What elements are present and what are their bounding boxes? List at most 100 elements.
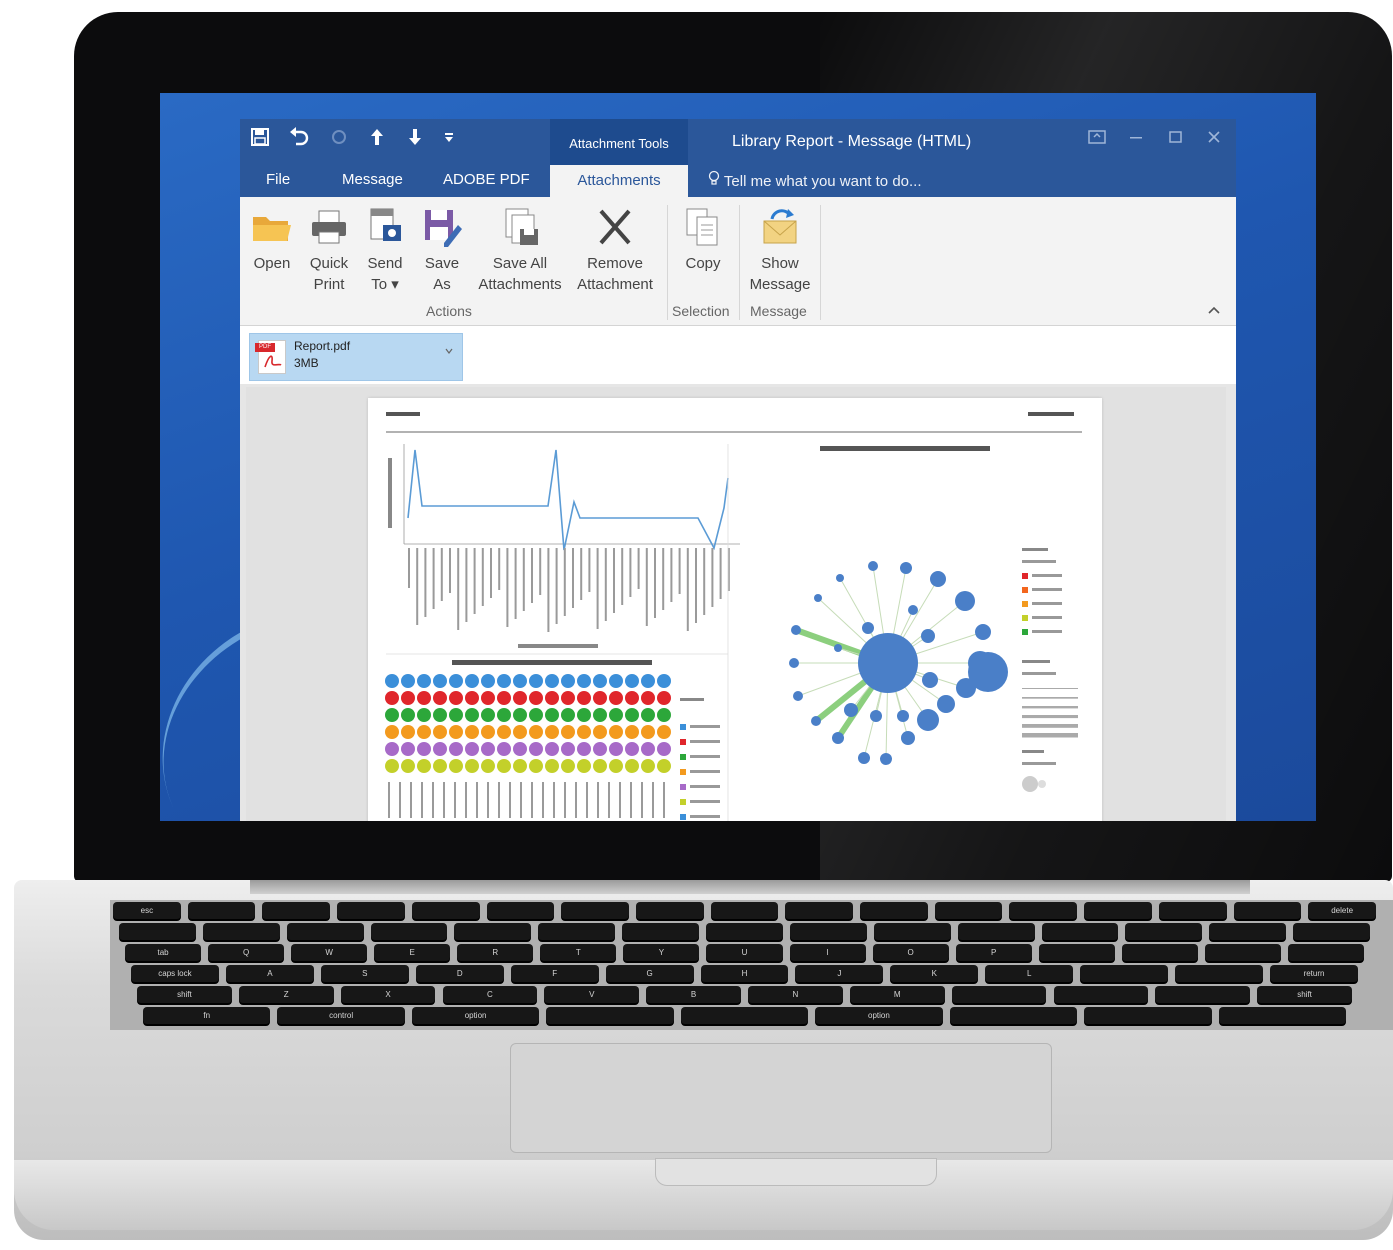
dot-mark [401, 708, 415, 722]
legend-edge-size [1022, 688, 1078, 689]
line-chart-x-labels [408, 548, 730, 632]
dot-mark [449, 725, 463, 739]
dot-mark [609, 691, 623, 705]
dot-mark [449, 759, 463, 773]
dot-mark [593, 691, 607, 705]
x-tick-label [637, 548, 640, 589]
tab-adobe-pdf[interactable]: ADOBE PDF [443, 171, 530, 188]
keyboard-key [546, 1007, 674, 1024]
keyboard-key [860, 902, 928, 919]
legend-swatch [1022, 587, 1028, 593]
dot-mark [385, 708, 399, 722]
tab-attachments[interactable]: Attachments [550, 165, 688, 197]
group-label-selection: Selection [672, 303, 730, 319]
x-tick-label [432, 548, 435, 609]
x-tick-label [531, 548, 533, 603]
tell-me-search[interactable]: Tell me what you want to do... [708, 170, 922, 190]
x-tick-label [596, 548, 599, 629]
report-header-meta [1028, 412, 1074, 416]
maximize-icon[interactable] [1168, 129, 1184, 149]
keyboard-key [1038, 944, 1115, 961]
dot-mark [641, 708, 655, 722]
keyboard-key: option [815, 1007, 943, 1024]
dot-mark [577, 725, 591, 739]
keyboard-key [1009, 902, 1078, 919]
keyboard-key [538, 923, 616, 940]
dot-mark [481, 725, 495, 739]
up-arrow-icon[interactable] [368, 127, 386, 152]
dot-mark [561, 759, 575, 773]
dot-x-label [410, 782, 412, 818]
x-tick-label [522, 548, 525, 611]
copy-button[interactable]: Copy [680, 205, 726, 274]
save-all-attachments-button[interactable]: Save All Attachments [472, 205, 568, 295]
keyboard-key [1293, 923, 1370, 940]
legend-edge-size [1022, 706, 1078, 709]
tab-file[interactable]: File [266, 171, 290, 188]
dot-mark [433, 759, 447, 773]
save-icon[interactable] [250, 127, 270, 152]
legend-node-size [1022, 776, 1038, 792]
dot-mark [577, 759, 591, 773]
legend-swatch [680, 754, 686, 760]
customize-icon[interactable] [444, 131, 454, 146]
restore-ribbon-icon[interactable] [1088, 129, 1106, 149]
network-node [832, 732, 844, 744]
dot-mark [513, 674, 527, 688]
keyboard-key [1175, 965, 1264, 982]
keyboard-key: K [890, 965, 979, 982]
keyboard-key [454, 923, 532, 940]
open-button[interactable]: Open [250, 205, 294, 274]
dot-mark [481, 708, 495, 722]
legend-swatch [680, 799, 686, 805]
dot-mark [625, 708, 639, 722]
dot-mark [433, 742, 447, 756]
save-as-button[interactable]: Save As [420, 205, 464, 295]
send-to-button[interactable]: Send To ▾ [362, 205, 408, 295]
group-divider [820, 205, 821, 320]
quick-print-button[interactable]: Quick Print [304, 205, 354, 295]
quick-print-label-2: Print [313, 276, 345, 293]
attachment-item[interactable]: PDF Report.pdf 3MB [249, 333, 463, 381]
show-message-button[interactable]: Show Message [748, 205, 812, 295]
keyboard-key: M [849, 986, 945, 1003]
down-arrow-icon[interactable] [406, 127, 424, 152]
attachment-size: 3MB [294, 356, 319, 370]
dot-mark [497, 691, 511, 705]
legend-subtitle [1022, 762, 1056, 765]
keyboard-key: Y [623, 944, 700, 961]
dot-mark [641, 759, 655, 773]
keyboard-key [949, 1007, 1078, 1024]
network-node [921, 629, 935, 643]
dot-x-label [421, 782, 423, 818]
close-icon[interactable] [1206, 129, 1222, 149]
dot-x-label [586, 782, 588, 818]
minimize-icon[interactable] [1128, 129, 1144, 149]
x-tick-label [555, 548, 558, 624]
legend-swatch [680, 769, 686, 775]
undo-icon[interactable] [288, 127, 310, 152]
dot-matrix-legend [680, 698, 720, 820]
dot-mark [449, 708, 463, 722]
legend-text [690, 785, 720, 788]
keyboard-key [119, 923, 196, 940]
quick-print-label-1: Quick [309, 255, 349, 272]
dot-mark [497, 708, 511, 722]
keyboard-key [1233, 902, 1302, 919]
dot-x-label [388, 782, 390, 818]
remove-attachment-button[interactable]: Remove Attachment [570, 205, 660, 295]
dot-mark [657, 674, 671, 688]
network-hub-node [858, 633, 918, 693]
dot-x-label [575, 782, 577, 818]
keyboard-key [635, 902, 704, 919]
x-tick-label [719, 548, 722, 599]
dot-x-label [663, 782, 665, 818]
tab-message[interactable]: Message [342, 171, 403, 188]
save-all-label-2: Attachments [478, 276, 562, 293]
x-tick-label [498, 548, 501, 590]
chevron-down-icon[interactable] [445, 346, 453, 357]
redo-icon[interactable] [330, 127, 348, 152]
keyboard-key: tab [125, 944, 202, 961]
dot-x-label [542, 782, 544, 818]
collapse-ribbon-icon[interactable] [1208, 301, 1220, 317]
